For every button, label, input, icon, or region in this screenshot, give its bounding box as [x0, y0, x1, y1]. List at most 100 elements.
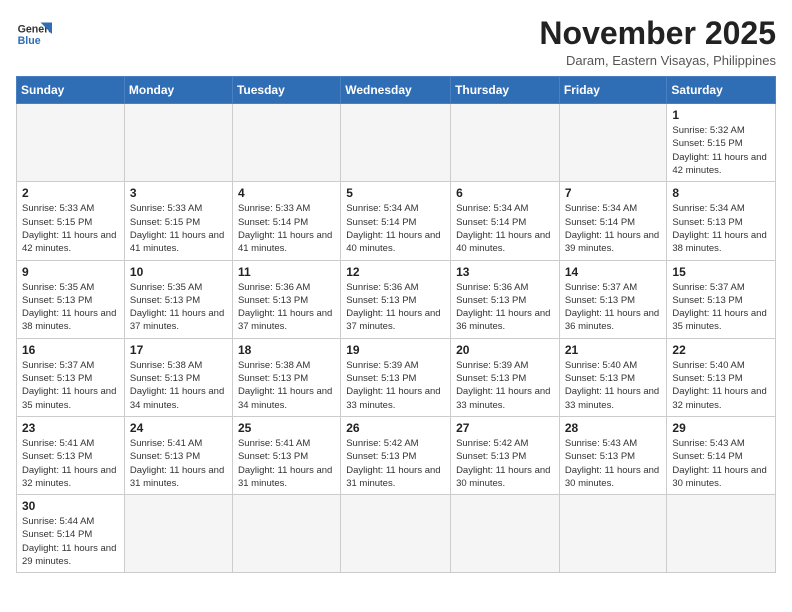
- table-row: 22Sunrise: 5:40 AM Sunset: 5:13 PM Dayli…: [667, 338, 776, 416]
- location: Daram, Eastern Visayas, Philippines: [539, 53, 776, 68]
- header-tuesday: Tuesday: [232, 77, 340, 104]
- day-info: Sunrise: 5:35 AM Sunset: 5:13 PM Dayligh…: [130, 281, 227, 334]
- day-info: Sunrise: 5:39 AM Sunset: 5:13 PM Dayligh…: [346, 359, 445, 412]
- day-info: Sunrise: 5:33 AM Sunset: 5:15 PM Dayligh…: [22, 202, 119, 255]
- day-number: 14: [565, 265, 662, 279]
- table-row: 14 Sunrise: 5:37 AM Sunset: 5:13 PM Dayli…: [559, 260, 667, 338]
- table-row: 5 Sunrise: 5:34 AM Sunset: 5:14 PM Daylig…: [341, 182, 451, 260]
- table-row: 20Sunrise: 5:39 AM Sunset: 5:13 PM Dayli…: [451, 338, 560, 416]
- day-info: Sunrise: 5:43 AM Sunset: 5:13 PM Dayligh…: [565, 437, 662, 490]
- table-row: 16 Sunrise: 5:37 AM Sunset: 5:13 PM Dayli…: [17, 338, 125, 416]
- day-number: 17: [130, 343, 227, 357]
- day-number: 30: [22, 499, 119, 513]
- table-row: 12Sunrise: 5:36 AM Sunset: 5:13 PM Dayli…: [341, 260, 451, 338]
- header-friday: Friday: [559, 77, 667, 104]
- title-section: November 2025 Daram, Eastern Visayas, Ph…: [539, 16, 776, 68]
- svg-text:Blue: Blue: [18, 35, 41, 47]
- day-number: 5: [346, 186, 445, 200]
- day-info: Sunrise: 5:41 AM Sunset: 5:13 PM Dayligh…: [22, 437, 119, 490]
- table-row: 4 Sunrise: 5:33 AM Sunset: 5:14 PM Daylig…: [232, 182, 340, 260]
- day-info: Sunrise: 5:42 AM Sunset: 5:13 PM Dayligh…: [346, 437, 445, 490]
- day-info: Sunrise: 5:33 AM Sunset: 5:14 PM Dayligh…: [238, 202, 335, 255]
- day-info: Sunrise: 5:36 AM Sunset: 5:13 PM Dayligh…: [456, 281, 554, 334]
- day-number: 26: [346, 421, 445, 435]
- table-row: [341, 104, 451, 182]
- day-number: 28: [565, 421, 662, 435]
- calendar-table: Sunday Monday Tuesday Wednesday Thursday…: [16, 76, 776, 573]
- table-row: 27Sunrise: 5:42 AM Sunset: 5:13 PM Dayli…: [451, 416, 560, 494]
- calendar-week-row: 9 Sunrise: 5:35 AM Sunset: 5:13 PM Daylig…: [17, 260, 776, 338]
- day-number: 16: [22, 343, 119, 357]
- calendar-week-row: 23 Sunrise: 5:41 AM Sunset: 5:13 PM Dayli…: [17, 416, 776, 494]
- day-number: 22: [672, 343, 770, 357]
- day-number: 7: [565, 186, 662, 200]
- header-sunday: Sunday: [17, 77, 125, 104]
- table-row: 25 Sunrise: 5:41 AM Sunset: 5:13 PM Dayli…: [232, 416, 340, 494]
- table-row: 7 Sunrise: 5:34 AM Sunset: 5:14 PM Daylig…: [559, 182, 667, 260]
- day-info: Sunrise: 5:36 AM Sunset: 5:13 PM Dayligh…: [346, 281, 445, 334]
- day-info: Sunrise: 5:37 AM Sunset: 5:13 PM Dayligh…: [565, 281, 662, 334]
- table-row: [667, 495, 776, 573]
- page-container: General Blue November 2025 Daram, Easter…: [16, 16, 776, 573]
- table-row: 29 Sunrise: 5:43 AM Sunset: 5:14 PM Dayli…: [667, 416, 776, 494]
- day-info: Sunrise: 5:34 AM Sunset: 5:13 PM Dayligh…: [672, 202, 770, 255]
- generalblue-logo-icon: General Blue: [16, 16, 52, 52]
- table-row: 28 Sunrise: 5:43 AM Sunset: 5:13 PM Dayli…: [559, 416, 667, 494]
- day-number: 8: [672, 186, 770, 200]
- day-info: Sunrise: 5:34 AM Sunset: 5:14 PM Dayligh…: [346, 202, 445, 255]
- day-info: Sunrise: 5:37 AM Sunset: 5:13 PM Dayligh…: [22, 359, 119, 412]
- day-number: 18: [238, 343, 335, 357]
- table-row: 3 Sunrise: 5:33 AM Sunset: 5:15 PM Daylig…: [124, 182, 232, 260]
- logo: General Blue: [16, 16, 52, 52]
- day-number: 4: [238, 186, 335, 200]
- day-number: 11: [238, 265, 335, 279]
- table-row: 24 Sunrise: 5:41 AM Sunset: 5:13 PM Dayli…: [124, 416, 232, 494]
- day-number: 20: [456, 343, 554, 357]
- header-wednesday: Wednesday: [341, 77, 451, 104]
- day-info: Sunrise: 5:43 AM Sunset: 5:14 PM Dayligh…: [672, 437, 770, 490]
- day-info: Sunrise: 5:35 AM Sunset: 5:13 PM Dayligh…: [22, 281, 119, 334]
- table-row: [451, 495, 560, 573]
- calendar-week-row: 16 Sunrise: 5:37 AM Sunset: 5:13 PM Dayli…: [17, 338, 776, 416]
- table-row: 1Sunrise: 5:32 AM Sunset: 5:15 PM Daylig…: [667, 104, 776, 182]
- day-number: 15: [672, 265, 770, 279]
- day-info: Sunrise: 5:40 AM Sunset: 5:13 PM Dayligh…: [565, 359, 662, 412]
- day-number: 24: [130, 421, 227, 435]
- day-info: Sunrise: 5:41 AM Sunset: 5:13 PM Dayligh…: [130, 437, 227, 490]
- table-row: [341, 495, 451, 573]
- day-number: 25: [238, 421, 335, 435]
- table-row: 26 Sunrise: 5:42 AM Sunset: 5:13 PM Dayli…: [341, 416, 451, 494]
- day-number: 10: [130, 265, 227, 279]
- day-info: Sunrise: 5:38 AM Sunset: 5:13 PM Dayligh…: [130, 359, 227, 412]
- table-row: 11 Sunrise: 5:36 AM Sunset: 5:13 PM Dayli…: [232, 260, 340, 338]
- table-row: [17, 104, 125, 182]
- table-row: 17 Sunrise: 5:38 AM Sunset: 5:13 PM Dayli…: [124, 338, 232, 416]
- calendar-week-row: 2Sunrise: 5:33 AM Sunset: 5:15 PM Daylig…: [17, 182, 776, 260]
- table-row: 9 Sunrise: 5:35 AM Sunset: 5:13 PM Daylig…: [17, 260, 125, 338]
- day-number: 23: [22, 421, 119, 435]
- month-title: November 2025: [539, 16, 776, 51]
- table-row: [451, 104, 560, 182]
- table-row: [232, 495, 340, 573]
- calendar-header-row: Sunday Monday Tuesday Wednesday Thursday…: [17, 77, 776, 104]
- table-row: 10 Sunrise: 5:35 AM Sunset: 5:13 PM Dayli…: [124, 260, 232, 338]
- table-row: [559, 495, 667, 573]
- day-info: Sunrise: 5:34 AM Sunset: 5:14 PM Dayligh…: [565, 202, 662, 255]
- day-info: Sunrise: 5:44 AM Sunset: 5:14 PM Dayligh…: [22, 515, 119, 568]
- table-row: 6Sunrise: 5:34 AM Sunset: 5:14 PM Daylig…: [451, 182, 560, 260]
- table-row: 19Sunrise: 5:39 AM Sunset: 5:13 PM Dayli…: [341, 338, 451, 416]
- table-row: [124, 104, 232, 182]
- day-number: 13: [456, 265, 554, 279]
- table-row: 18Sunrise: 5:38 AM Sunset: 5:13 PM Dayli…: [232, 338, 340, 416]
- day-number: 29: [672, 421, 770, 435]
- day-number: 6: [456, 186, 554, 200]
- day-info: Sunrise: 5:33 AM Sunset: 5:15 PM Dayligh…: [130, 202, 227, 255]
- day-number: 9: [22, 265, 119, 279]
- day-number: 3: [130, 186, 227, 200]
- header-saturday: Saturday: [667, 77, 776, 104]
- table-row: 21Sunrise: 5:40 AM Sunset: 5:13 PM Dayli…: [559, 338, 667, 416]
- day-info: Sunrise: 5:41 AM Sunset: 5:13 PM Dayligh…: [238, 437, 335, 490]
- day-number: 1: [672, 108, 770, 122]
- header-monday: Monday: [124, 77, 232, 104]
- day-info: Sunrise: 5:36 AM Sunset: 5:13 PM Dayligh…: [238, 281, 335, 334]
